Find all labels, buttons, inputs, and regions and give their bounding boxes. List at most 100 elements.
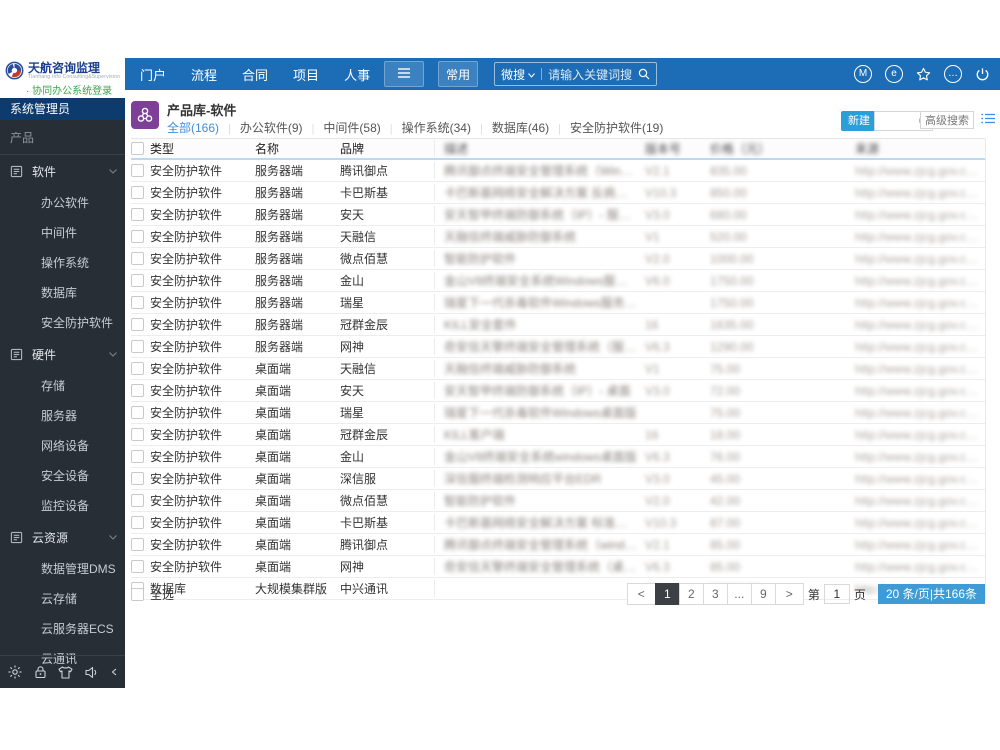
page-button-1[interactable]: 1 [654,583,680,605]
advanced-search-button[interactable]: 高级搜索 [920,111,974,129]
table-row[interactable]: 安全防护软件 桌面端 天融信 天融信终端威胁防御系统 V1 75.00 http://www… [131,358,985,380]
nav-item-1[interactable]: 门户 [140,65,166,84]
page-button-9[interactable]: 9 [750,583,776,605]
sidebar-item-监控设备[interactable]: 监控设备 [0,491,125,521]
sidebar-item-数据库[interactable]: 数据库 [0,278,125,308]
page-number-input[interactable]: 1 [823,584,850,604]
table-row[interactable]: 安全防护软件 桌面端 腾讯御点腾讯御点终端安全管理系统（windows版）V2.1V… [131,534,985,556]
page-size-badge[interactable]: 20 条/页|共166条 [877,584,985,604]
message-icon[interactable]: M [854,65,872,83]
table-row[interactable]: 安全防护软件 桌面端 卡巴斯基 卡巴斯基网络安全解决方案 标准版 - KES V10.3… [131,512,985,534]
favorites-button[interactable]: 常用 [438,61,479,87]
sidebar-item-操作系统[interactable]: 操作系统 [0,248,125,278]
cell-source: http://www.zjcg.gov.cn/cjgg/ [855,493,985,508]
sidebar-item-存储[interactable]: 存储 [0,371,125,401]
tab-4[interactable]: 操作系统(34) [381,119,471,136]
row-checkbox[interactable] [131,296,144,309]
select-all-checkbox[interactable] [131,587,144,601]
search-scope-dropdown[interactable]: 微搜 [501,66,535,83]
oa-login-link[interactable]: · 协同办公系统登录 [0,80,125,97]
table-row[interactable]: 安全防护软件 桌面端 瑞星 瑞星下一代杀毒软件Windows桌面版 75.00 http:… [131,402,985,424]
sidebar-item-安全设备[interactable]: 安全设备 [0,461,125,491]
sidebar-item-网络设备[interactable]: 网络设备 [0,431,125,461]
row-checkbox[interactable] [131,252,144,265]
table-row[interactable]: 安全防护软件 桌面端 冠群金辰 KILL客户端 16 18.00 http://www.zj… [131,424,985,446]
sidebar-group-硬件[interactable]: 硬件 [0,338,125,371]
sidebar-item-数据管理DMS[interactable]: 数据管理DMS [0,554,125,584]
table-row[interactable]: 安全防护软件 桌面端 网神 奇安信天擎终端安全管理系统（桌面版） V6.3 85.00 ht… [131,556,985,578]
row-checkbox[interactable] [131,318,144,331]
power-icon[interactable] [975,67,990,82]
row-checkbox[interactable] [131,164,144,177]
tab-5[interactable]: 数据库(46) [471,119,549,136]
page-button-3[interactable]: 3 [702,583,728,605]
theme-icon[interactable] [58,665,73,679]
sidebar-group-软件[interactable]: 软件 [0,155,125,188]
row-checkbox[interactable] [131,560,144,573]
chat-icon[interactable]: e [885,65,903,83]
row-checkbox[interactable] [131,208,144,221]
sidebar-group-云资源[interactable]: 云资源 [0,521,125,554]
header-checkbox[interactable] [131,142,144,155]
row-checkbox[interactable] [131,406,144,419]
tab-2[interactable]: 办公软件(9) [219,119,303,136]
collapse-icon[interactable] [111,668,117,676]
next-page-button[interactable]: > [774,583,804,605]
table-row[interactable]: 安全防护软件 服务器端 网神 奇安信天擎终端安全管理系统（服务器） V6.3 1290.0… [131,336,985,358]
row-checkbox[interactable] [131,186,144,199]
cell-source: http://www.zjcg.gov.cn/cjgg/ [855,317,985,332]
lock-icon[interactable] [34,665,47,679]
tab-6[interactable]: 安全防护软件(19) [549,119,663,136]
hamburger-button[interactable] [384,61,425,87]
row-checkbox-cell [131,186,150,199]
sidebar-item-中间件[interactable]: 中间件 [0,218,125,248]
tab-3[interactable]: 中间件(58) [303,119,380,136]
row-checkbox[interactable] [131,230,144,243]
sidebar-item-服务器[interactable]: 服务器 [0,401,125,431]
tab-1[interactable]: 全部(166) [167,119,219,136]
table-row[interactable]: 安全防护软件 桌面端 安天 安天智甲终端防御系统（IP）- 桌面 V3.0 72.00 ht… [131,380,985,402]
star-icon[interactable] [916,67,931,82]
table-row[interactable]: 安全防护软件 服务器端 瑞星 瑞星下一代杀毒软件Windows服务器版 1750.00 h… [131,292,985,314]
row-checkbox[interactable] [131,274,144,287]
row-checkbox[interactable] [131,428,144,441]
row-checkbox[interactable] [131,538,144,551]
speaker-icon[interactable] [84,666,100,679]
table-row[interactable]: 安全防护软件 服务器端 安天 安天智甲终端防御系统（IP）- 服务器 V3.0 680.0… [131,204,985,226]
row-checkbox[interactable] [131,340,144,353]
cell-version: V2.0 [645,493,670,508]
table-row[interactable]: 安全防护软件 桌面端 微点佰慧 智能防护软件 V2.0 42.00 http://www.z… [131,490,985,512]
list-view-icon[interactable] [981,113,995,124]
row-checkbox[interactable] [131,494,144,507]
row-checkbox[interactable] [131,384,144,397]
table-row[interactable]: 安全防护软件 桌面端 金山 金山V8终端安全系统windows桌面版 V6.3 76.00… [131,446,985,468]
table-row[interactable]: 安全防护软件 服务器端 天融信 天融信终端威胁防御系统 V1 520.00 http://w… [131,226,985,248]
more-icon[interactable]: … [944,65,962,83]
sidebar-item-云服务器ECS[interactable]: 云服务器ECS [0,614,125,644]
page-button-2[interactable]: 2 [678,583,704,605]
row-checkbox[interactable] [131,516,144,529]
table-row[interactable]: 安全防护软件 服务器端 腾讯御点腾讯御点终端安全管理系统（Windows版）V2.1… [131,160,985,182]
table-row[interactable]: 安全防护软件 服务器端 冠群金辰 KILL安全套件 16 1635.00 http://ww… [131,314,985,336]
prev-page-button[interactable]: < [626,583,656,605]
sidebar-item-安全防护软件[interactable]: 安全防护软件 [0,308,125,338]
nav-item-4[interactable]: 项目 [293,65,319,84]
table-row[interactable]: 安全防护软件 服务器端 金山 金山V8终端安全系统Windows服务器版 V6.0 175… [131,270,985,292]
row-checkbox[interactable] [131,472,144,485]
row-checkbox[interactable] [131,362,144,375]
new-button[interactable]: 新建 [841,111,877,131]
cell-name: 服务器端 [255,296,304,310]
chevron-down-icon [109,352,117,357]
nav-item-2[interactable]: 流程 [191,65,217,84]
sidebar-item-办公软件[interactable]: 办公软件 [0,188,125,218]
search-input[interactable]: 请输入关键词搜 [548,66,632,83]
sidebar-item-云存储[interactable]: 云存储 [0,584,125,614]
table-row[interactable]: 安全防护软件 服务器端 卡巴斯基 卡巴斯基网络安全解决方案 反病毒变体 V10.3 850… [131,182,985,204]
table-row[interactable]: 安全防护软件 桌面端 深信服 深信服终端检测响应平台EDR V3.0 45.00 http:… [131,468,985,490]
row-checkbox[interactable] [131,450,144,463]
global-search[interactable]: 微搜 请输入关键词搜 [494,62,658,86]
gear-icon[interactable] [8,665,22,679]
nav-item-3[interactable]: 合同 [242,65,268,84]
nav-item-5[interactable]: 人事 [344,65,370,84]
table-row[interactable]: 安全防护软件 服务器端 微点佰慧 智能防护软件 V2.0 1000.00 http://ww… [131,248,985,270]
